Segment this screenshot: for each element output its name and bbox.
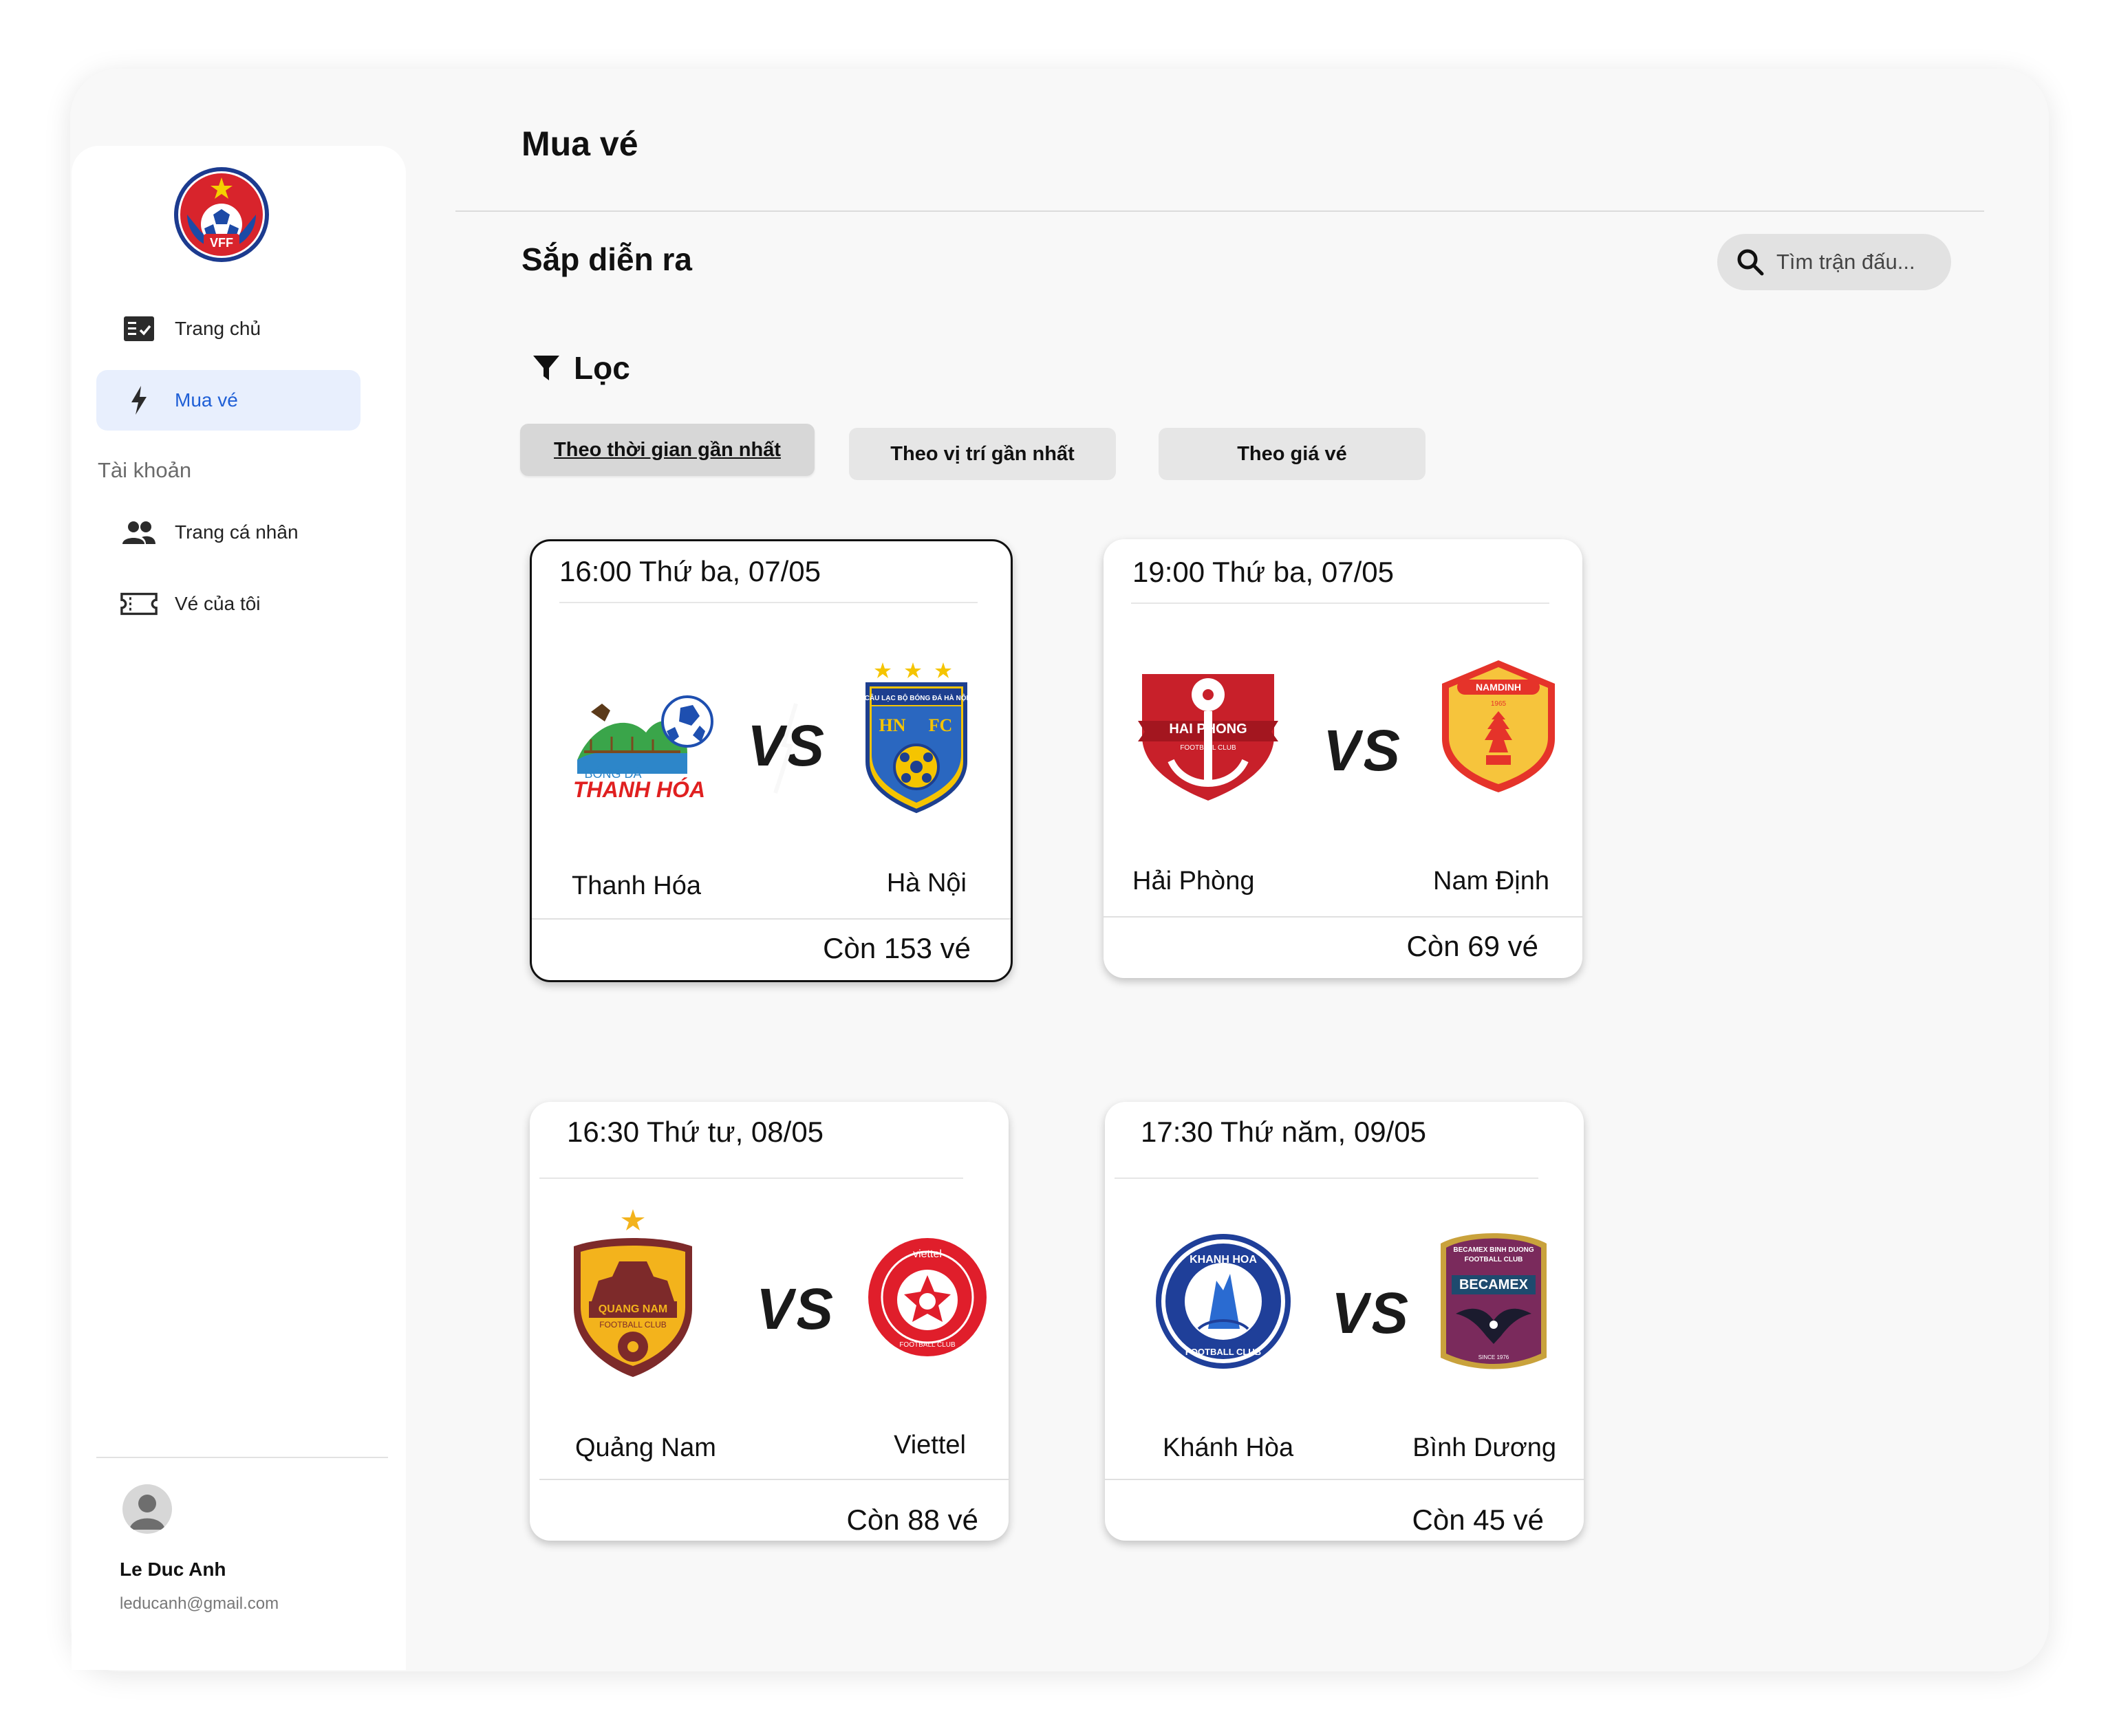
sidebar-item-label: Trang cá nhân	[175, 521, 299, 543]
match-datetime: 17:30 Thứ năm, 09/05	[1141, 1116, 1426, 1148]
home-team-name: Hải Phòng	[1132, 867, 1255, 896]
away-team-name: Nam Định	[1433, 867, 1549, 896]
away-team-name: Viettel	[894, 1431, 966, 1460]
logo-text: 1965	[1491, 700, 1507, 708]
match-card[interactable]: 16:30 Thứ tư, 08/05 QUANG NAM FOOTBALL C…	[530, 1102, 1009, 1541]
card-divider	[1105, 1479, 1584, 1480]
logo-text: NAMDINH	[1476, 682, 1521, 693]
search-icon[interactable]	[1735, 247, 1765, 277]
match-card[interactable]: 16:00 Thứ ba, 07/05 BÓNG ĐÁ THANH HÓA VS	[530, 539, 1013, 982]
away-team-name: Bình Dương	[1412, 1433, 1556, 1462]
card-divider	[1104, 916, 1582, 918]
viettel-logo: viettel FOOTBALL CLUB	[867, 1237, 988, 1358]
match-card[interactable]: 17:30 Thứ năm, 09/05 KHANH HOA FOOTBALL …	[1105, 1102, 1584, 1541]
match-card[interactable]: 19:00 Thứ ba, 07/05 HAI PHONG FOOTBALL C…	[1104, 539, 1582, 978]
filter-label: Lọc	[574, 350, 630, 386]
filter-chip-nearest-location[interactable]: Theo vị trí gần nhất	[849, 428, 1116, 480]
vs-icon: VS	[748, 697, 824, 800]
logo-text: FC	[929, 715, 953, 735]
tickets-remaining: Còn 69 vé	[1406, 930, 1538, 962]
logo-text: FOOTBALL CLUB	[1185, 1347, 1261, 1357]
sidebar-divider	[96, 1457, 388, 1458]
match-datetime: 19:00 Thứ ba, 07/05	[1132, 556, 1394, 588]
sidebar-item-label: Trang chủ	[175, 318, 261, 339]
card-divider	[1115, 1178, 1538, 1179]
logo-text: HAI PHONG	[1169, 721, 1247, 737]
tickets-remaining: Còn 45 vé	[1412, 1504, 1544, 1536]
logo-text: FOOTBALL CLUB	[1180, 744, 1236, 752]
section-title: Sắp diễn ra	[521, 241, 692, 277]
vs-icon: VS	[1332, 1264, 1408, 1367]
page-title: Mua vé	[521, 124, 638, 163]
logo-text: BECAMEX	[1459, 1277, 1529, 1292]
ha-noi-logo: CÂU LẠC BỘ BÓNG ĐÁ HÀ NỘI HN FC	[862, 651, 986, 816]
user-name: Le Duc Anh	[120, 1559, 226, 1580]
sidebar-item-home[interactable]: Trang chủ	[96, 299, 361, 359]
filter-chip-price[interactable]: Theo giá vé	[1159, 428, 1426, 480]
sidebar-item-label: Mua vé	[175, 389, 238, 411]
logo-text: viettel	[913, 1248, 942, 1260]
home-team-name: Khánh Hòa	[1163, 1433, 1294, 1462]
logo-text: KHANH HOA	[1190, 1254, 1257, 1266]
logo-text: FOOTBALL CLUB	[599, 1320, 667, 1330]
match-datetime: 16:30 Thứ tư, 08/05	[567, 1116, 824, 1148]
vs-icon: VS	[757, 1260, 832, 1363]
vff-logo[interactable]: VFF	[173, 166, 270, 263]
avatar[interactable]	[122, 1484, 172, 1534]
card-divider	[1131, 603, 1549, 604]
vff-logo-text: VFF	[210, 236, 233, 250]
away-team-name: Hà Nội	[886, 869, 967, 898]
card-divider	[539, 1479, 1009, 1480]
ticket-icon	[120, 585, 158, 623]
filter-icon	[531, 353, 561, 383]
logo-text: CÂU LẠC BỘ BÓNG ĐÁ HÀ NỘI	[865, 693, 969, 702]
user-email: leducanh@gmail.com	[120, 1594, 279, 1613]
search-bar[interactable]	[1717, 234, 1951, 290]
logo-text: THANH HÓA	[573, 777, 705, 802]
logo-text: FOOTBALL CLUB	[899, 1341, 956, 1349]
home-team-name: Quảng Nam	[575, 1433, 716, 1462]
checklist-icon	[120, 310, 158, 348]
filter-header[interactable]: Lọc	[531, 349, 630, 387]
header-divider	[455, 210, 1984, 212]
logo-text: SINCE 1976	[1478, 1354, 1509, 1360]
hai-phong-logo: HAI PHONG FOOTBALL CLUB	[1137, 660, 1280, 803]
home-team-name: Thanh Hóa	[572, 871, 702, 900]
filter-chip-nearest-time[interactable]: Theo thời gian gần nhất	[520, 424, 815, 476]
nam-dinh-logo: NAMDINH 1965	[1437, 656, 1560, 821]
people-icon	[120, 513, 158, 552]
search-input[interactable]	[1775, 249, 1943, 275]
sidebar-item-my-tickets[interactable]: Vé của tôi	[96, 574, 361, 634]
sidebar-item-profile[interactable]: Trang cá nhân	[96, 502, 361, 563]
binh-duong-logo: BECAMEX BINH DUONG FOOTBALL CLUB BECAMEX…	[1438, 1227, 1549, 1381]
bolt-icon	[120, 381, 158, 420]
account-section-label: Tài khoản	[98, 458, 192, 482]
sidebar-item-label: Vé của tôi	[175, 593, 261, 614]
logo-text: QUANG NAM	[599, 1303, 667, 1315]
tickets-remaining: Còn 88 vé	[846, 1504, 978, 1536]
vs-icon: VS	[1324, 702, 1399, 805]
card-divider	[539, 1178, 963, 1179]
logo-text: HN	[879, 715, 906, 735]
sidebar-item-buy-tickets[interactable]: Mua vé	[96, 370, 361, 431]
thanh-hoa-logo: BÓNG ĐÁ THANH HÓA	[570, 671, 713, 814]
match-datetime: 16:00 Thứ ba, 07/05	[559, 555, 821, 587]
logo-text: BECAMEX BINH DUONG	[1453, 1246, 1534, 1254]
card-divider	[532, 918, 1011, 920]
khanh-hoa-logo: KHANH HOA FOOTBALL CLUB	[1154, 1233, 1292, 1370]
card-divider	[559, 602, 978, 603]
quang-nam-logo: QUANG NAM FOOTBALL CLUB	[564, 1205, 702, 1391]
tickets-remaining: Còn 153 vé	[823, 932, 971, 964]
logo-text: FOOTBALL CLUB	[1465, 1256, 1523, 1263]
